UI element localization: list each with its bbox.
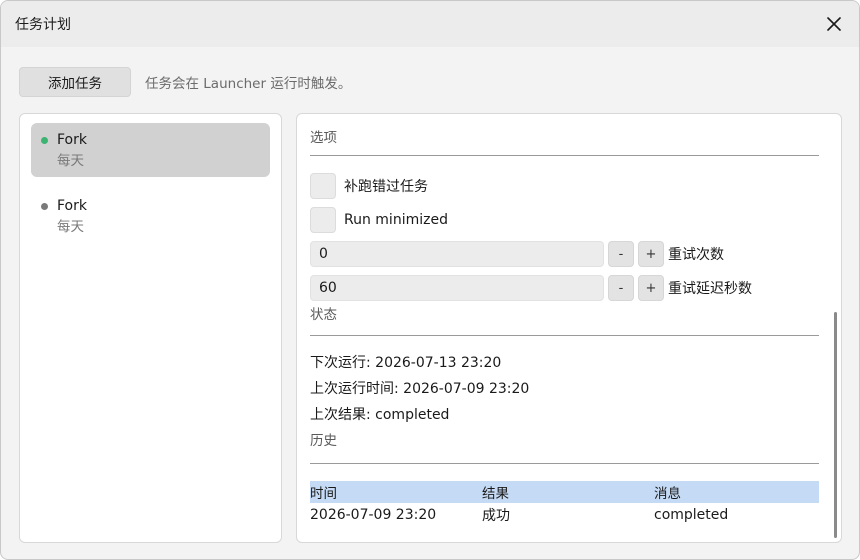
- add-task-button[interactable]: 添加任务: [19, 67, 131, 97]
- retry-count-increment-button[interactable]: +: [638, 241, 664, 267]
- last-run-text: 上次运行时间: 2026-07-09 23:20: [310, 381, 530, 397]
- history-section-title: 历史: [310, 428, 819, 464]
- history-cell-time: 2026-07-09 23:20: [310, 507, 437, 523]
- table-row[interactable]: 2026-07-09 23:20 成功 completed: [310, 503, 819, 527]
- toolbar: 添加任务 任务会在 Launcher 运行时触发。: [19, 67, 351, 97]
- history-cell-message: completed: [654, 507, 729, 523]
- task-name: Fork: [57, 132, 87, 148]
- retry-count-decrement-button[interactable]: -: [608, 241, 634, 267]
- retry-delay-input[interactable]: [310, 275, 604, 301]
- task-schedule: 每天: [57, 219, 84, 235]
- retry-delay-row: - + 重试延迟秒数: [310, 274, 819, 302]
- task-scheduler-window: 任务计划 添加任务 任务会在 Launcher 运行时触发。 Fork 每天 F…: [0, 0, 860, 560]
- status-block: 下次运行: 2026-07-13 23:20 上次运行时间: 2026-07-0…: [310, 336, 819, 428]
- last-result-text: 上次结果: completed: [310, 407, 450, 423]
- close-icon: [827, 17, 841, 31]
- catch-up-checkbox[interactable]: [310, 173, 336, 199]
- run-minimized-checkbox[interactable]: [310, 207, 336, 233]
- catch-up-label: 补跑错过任务: [344, 179, 428, 195]
- details-scrollbar[interactable]: [834, 312, 837, 538]
- status-section-title: 状态: [310, 302, 819, 336]
- task-schedule: 每天: [57, 153, 84, 169]
- task-list-item[interactable]: Fork 每天: [31, 123, 270, 177]
- column-header-result[interactable]: 结果: [482, 482, 654, 502]
- history-table: 时间 结果 消息 2026-07-09 23:20 成功 completed: [310, 481, 819, 527]
- hint-text: 任务会在 Launcher 运行时触发。: [145, 76, 352, 92]
- history-table-header: 时间 结果 消息: [310, 481, 819, 503]
- task-list-item[interactable]: Fork 每天: [31, 189, 270, 243]
- status-dot-icon: [41, 137, 48, 144]
- close-button[interactable]: [821, 11, 847, 37]
- next-run-text: 下次运行: 2026-07-13 23:20: [310, 355, 502, 371]
- retry-delay-increment-button[interactable]: +: [638, 275, 664, 301]
- retry-count-row: - + 重试次数: [310, 240, 819, 268]
- status-dot-icon: [41, 203, 48, 210]
- column-header-message[interactable]: 消息: [654, 482, 819, 502]
- retry-delay-decrement-button[interactable]: -: [608, 275, 634, 301]
- retry-delay-label: 重试延迟秒数: [668, 281, 752, 297]
- task-name: Fork: [57, 198, 87, 214]
- task-details: 选项 补跑错过任务 Run minimized - + 重试次数 - + 重试延…: [296, 113, 842, 543]
- retry-count-label: 重试次数: [668, 247, 724, 263]
- catch-up-option: 补跑错过任务: [310, 172, 819, 200]
- window-title: 任务计划: [15, 17, 71, 33]
- retry-count-input[interactable]: [310, 241, 604, 267]
- column-header-time[interactable]: 时间: [310, 482, 482, 502]
- history-cell-result: 成功: [482, 508, 510, 524]
- task-list: Fork 每天 Fork 每天: [19, 113, 282, 543]
- options-section-title: 选项: [310, 114, 819, 156]
- run-minimized-option: Run minimized: [310, 206, 819, 234]
- title-bar: 任务计划: [1, 1, 859, 47]
- run-minimized-label: Run minimized: [344, 212, 448, 228]
